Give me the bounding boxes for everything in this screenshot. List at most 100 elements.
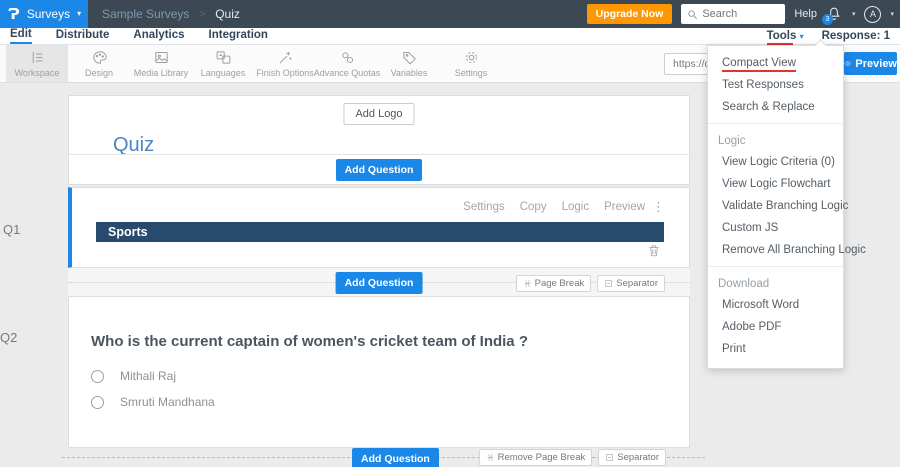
tools-dropdown-menu: Compact View Test Responses Search & Rep… [707,39,866,369]
toolbar-item-advance-quotas[interactable]: Advance Quotas [313,45,381,82]
question-block-q2[interactable]: Who is the current captain of women's cr… [68,296,690,448]
toolbar-item-label: Settings [454,68,488,78]
workspace-icon [32,51,42,64]
separator-icon [605,280,612,287]
question-group-header[interactable]: Sports [96,222,664,242]
question-actions: Settings Copy Logic Preview [463,201,645,213]
breadcrumb-parent[interactable]: Sample Surveys [102,7,189,21]
menu-item-adobe-pdf[interactable]: Adobe PDF [708,316,843,338]
answer-option-label: Smruti Mandhana [120,395,215,409]
separator-label: Separator [616,278,658,289]
toolbar-item-design[interactable]: Design [68,45,130,82]
section-tabbar: Edit Distribute Analytics Integration To… [0,28,900,45]
question-preview-link[interactable]: Preview [604,201,645,213]
gear-icon [465,52,477,63]
palette-icon [92,51,107,64]
menu-item-test-responses[interactable]: Test Responses [708,74,843,96]
remove-page-break-button[interactable]: Remove Page Break [478,449,593,466]
add-logo-button[interactable]: Add Logo [343,103,415,125]
question-logic-link[interactable]: Logic [562,201,590,213]
menu-item-search-replace[interactable]: Search & Replace [708,96,843,118]
tab-edit[interactable]: Edit [10,28,32,44]
answer-option[interactable]: Mithali Raj [91,369,176,383]
page-break-icon [524,280,531,287]
add-question-button-top[interactable]: Add Question [335,158,423,181]
toolbar-item-label: Workspace [14,68,60,78]
menu-item-label: Compact View [722,57,796,72]
page-break-icon [487,454,494,461]
translate-icon [216,51,230,64]
brand-logo-icon: Ɂ [8,4,20,23]
question-text[interactable]: Who is the current captain of women's cr… [91,333,528,350]
menu-section-download: Download [718,278,770,290]
survey-header-section: Add Logo Quiz Add Question [68,95,690,185]
upgrade-now-button[interactable]: Upgrade Now [586,4,673,24]
toolbar-item-variables[interactable]: Variables [378,45,440,82]
separator-button[interactable]: Separator [597,275,665,292]
toolbar-item-label: Advance Quotas [313,68,381,78]
menu-item-microsoft-word[interactable]: Microsoft Word [708,294,843,316]
trash-icon [649,245,659,257]
menu-item-remove-all-branching-logic[interactable]: Remove All Branching Logic [708,239,866,261]
tab-analytics[interactable]: Analytics [133,29,184,43]
menu-item-validate-branching-logic[interactable]: Validate Branching Logic [708,195,848,217]
toolbar-item-label: Languages [200,68,246,78]
toolbar-item-finish-options[interactable]: Finish Options [254,45,316,82]
menu-divider [708,266,843,267]
tag-icon [402,52,416,65]
page-break-button[interactable]: Page Break [515,275,592,292]
toolbar-item-label: Media Library [133,68,189,78]
menu-item-view-logic-criteria[interactable]: View Logic Criteria (0) [708,151,843,173]
image-icon [154,52,168,63]
preview-button[interactable]: Preview [844,52,897,75]
tab-distribute[interactable]: Distribute [56,29,110,43]
response-count: Response: 1 [821,30,890,42]
delete-question-button[interactable] [647,243,661,261]
avatar[interactable]: A [864,5,882,23]
notifications-bell[interactable]: 3 [821,5,843,25]
separator-button[interactable]: Separator [598,449,666,466]
menu-item-custom-js[interactable]: Custom JS [708,217,843,239]
menu-item-print[interactable]: Print [708,338,843,360]
chevron-down-icon[interactable]: ▾ [890,10,894,18]
tools-label: Tools [766,30,797,42]
tools-menu-button[interactable]: Tools ▾ [766,30,804,45]
add-question-button-bottom[interactable]: Add Question [352,448,439,467]
question-settings-link[interactable]: Settings [463,201,505,213]
menu-item-compact-view[interactable]: Compact View [708,52,843,74]
toolbar-item-settings[interactable]: Settings [440,45,502,82]
remove-page-break-label: Remove Page Break [497,452,586,463]
help-link[interactable]: Help [794,8,817,20]
toolbar-item-languages[interactable]: Languages [192,45,254,82]
tab-integration[interactable]: Integration [209,29,268,43]
search-icon [688,9,698,19]
breadcrumb-current: Quiz [215,7,240,21]
toolbar-item-workspace[interactable]: Workspace [6,45,68,82]
page-break-strip: Add Question Page Break Separator [68,268,690,296]
breadcrumb-separator: > [199,8,206,20]
chevron-down-icon: ▾ [77,9,82,18]
notification-badge: 3 [821,14,833,25]
add-question-strip-top: Add Question [69,154,689,184]
radio-button-icon[interactable] [91,369,104,383]
search-input[interactable] [702,8,773,20]
radio-button-icon[interactable] [91,395,104,409]
menu-item-view-logic-flowchart[interactable]: View Logic Flowchart [708,173,843,195]
kebab-menu-icon[interactable]: ⋮ [652,199,665,215]
chevron-down-icon: ▾ [799,32,804,41]
eye-icon [844,61,852,66]
add-question-button-middle[interactable]: Add Question [335,272,423,294]
question-block-q1[interactable]: Settings Copy Logic Preview ⋮ Sports [68,187,690,268]
answer-option[interactable]: Smruti Mandhana [91,395,215,409]
top-header: Ɂ Surveys ▾ Sample Surveys > Quiz Upgrad… [0,0,900,28]
question-copy-link[interactable]: Copy [520,201,547,213]
breadcrumb: Sample Surveys > Quiz [102,7,240,21]
toolbar-item-media-library[interactable]: Media Library [130,45,192,82]
chevron-down-icon[interactable]: ▾ [852,10,856,18]
toolbar-item-label: Variables [390,68,428,78]
app-logo[interactable]: Ɂ Surveys ▾ [0,0,88,28]
global-search[interactable] [681,4,786,24]
answer-option-label: Mithali Raj [120,369,177,383]
toolbar-item-label: Finish Options [256,68,314,78]
question-number-q1: Q1 [3,222,21,237]
